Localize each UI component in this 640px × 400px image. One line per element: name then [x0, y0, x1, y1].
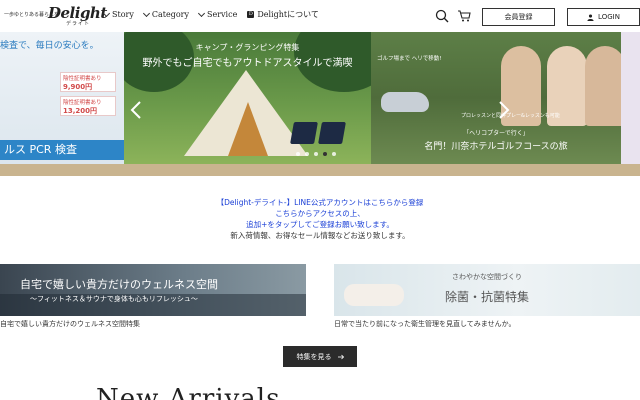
- slider-dot[interactable]: [296, 152, 300, 156]
- slider-dot[interactable]: [305, 152, 309, 156]
- search-icon[interactable]: [435, 9, 449, 23]
- helicopter-image: [381, 92, 429, 112]
- arrow-right-icon: [337, 354, 344, 359]
- login-button[interactable]: LOGIN: [567, 8, 640, 26]
- line-register-link[interactable]: 【Delight-デライト-】LINE公式アカウントはこちらから登録: [0, 197, 640, 208]
- chair-image: [318, 122, 346, 144]
- nav-label: Category: [151, 10, 189, 19]
- cart-icon[interactable]: [457, 9, 471, 23]
- site-header: 一歩ゆとりある暮らしを Delight デライト Story Category …: [0, 0, 640, 32]
- login-label: LOGIN: [598, 13, 620, 21]
- chevron-down-icon: [142, 9, 150, 17]
- site-logo[interactable]: 一歩ゆとりある暮らしを Delight デライト: [4, 4, 107, 28]
- banner-subtitle: ～フィットネス＆サウナで身体も心もリフレッシュ～: [30, 295, 198, 303]
- chair-image: [290, 122, 318, 144]
- line-access-link[interactable]: こちらからアクセスの上、: [0, 208, 640, 219]
- price-badge: 陰性証明書あり 9,900円: [60, 72, 116, 92]
- notice-text: 新入荷情報、お得なセール情報などお送り致します。: [230, 231, 410, 240]
- nav-item-service[interactable]: Service: [197, 9, 238, 20]
- banner-title: 除菌・抗菌特集: [444, 290, 529, 304]
- slider-dot[interactable]: [332, 152, 336, 156]
- slide-caption-small: キャンプ・グランピング特集: [195, 43, 300, 52]
- nav-label: Delightについて: [257, 10, 319, 19]
- register-label: 会員登録: [504, 13, 533, 21]
- nav-item-category[interactable]: Category: [142, 9, 189, 20]
- chevron-down-icon: [102, 9, 111, 17]
- slider-dots: [296, 152, 336, 156]
- slider-dot-active[interactable]: [323, 152, 327, 156]
- logo-sub: デライト: [66, 21, 91, 27]
- price-badge: 陰性証明書あり 13,200円: [60, 96, 116, 116]
- slide-golf[interactable]: ゴルフ場まで ヘリで移動! プロレッスンと同伴プレー&レッスンも可能 「ヘリコプ…: [371, 32, 621, 164]
- banner-caption[interactable]: 日常で当たり前になった衛生管理を見直してみませんか。: [334, 319, 515, 329]
- slide-pcr[interactable]: 検査で、毎日の安心を。 陰性証明書あり 9,900円 陰性証明書あり 13,20…: [0, 32, 124, 164]
- section-title: New Arrivals: [96, 384, 281, 400]
- line-add-link[interactable]: 追加+をタップしてご登録お願い致します。: [0, 219, 640, 230]
- banner-caption[interactable]: 自宅で嬉しい貴方だけのウェルネス空間特集: [0, 319, 140, 329]
- banner-sanitize[interactable]: さわやかな空間づくり 除菌・抗菌特集: [334, 264, 640, 316]
- banner-title-small: さわやかな空間づくり: [452, 273, 522, 281]
- register-button[interactable]: 会員登録: [482, 8, 555, 26]
- chevron-right-icon[interactable]: [496, 100, 512, 120]
- main-nav: Story Category Service D Delightについて: [102, 9, 319, 20]
- hero-slider: 検査で、毎日の安心を。 陰性証明書あり 9,900円 陰性証明書あり 13,20…: [0, 32, 640, 164]
- slide-title-bar: ルス PCR 検査: [0, 140, 124, 160]
- chevron-left-icon[interactable]: [128, 100, 144, 120]
- slide-caption-large: 名門！川奈ホテルゴルフコースの旅: [424, 142, 568, 152]
- nav-item-about[interactable]: D Delightについて: [247, 9, 319, 20]
- user-icon: [587, 13, 594, 21]
- banner-wellness[interactable]: 自宅で嬉しい貴方だけのウェルネス空間 ～フィットネス＆サウナで身体も心もリフレッ…: [0, 264, 306, 316]
- nav-item-story[interactable]: Story: [102, 9, 134, 20]
- person-image: [585, 46, 621, 126]
- slide-text: ゴルフ場まで ヘリで移動!: [377, 56, 442, 62]
- slider-dot[interactable]: [314, 152, 318, 156]
- slide-caption-large: 野外でもご自宅でもアウトドアスタイルで満喫: [142, 58, 353, 69]
- slide-next-peek[interactable]: [621, 32, 640, 164]
- delight-logo-icon: D: [247, 11, 255, 18]
- chevron-down-icon: [197, 9, 206, 17]
- nav-label: Service: [206, 10, 238, 19]
- slide-text: 検査で、毎日の安心を。: [0, 41, 99, 51]
- button-label: 特集を見る: [296, 352, 332, 361]
- nav-label: Story: [112, 10, 134, 19]
- view-features-button[interactable]: 特集を見る: [283, 346, 357, 367]
- slide-caption-small: 「ヘリコプターで行く」: [463, 130, 529, 137]
- slide-camping[interactable]: キャンプ・グランピング特集 野外でもご自宅でもアウトドアスタイルで満喫: [124, 32, 371, 164]
- line-notice: 【Delight-デライト-】LINE公式アカウントはこちらから登録 こちらから…: [0, 197, 640, 241]
- banner-title: 自宅で嬉しい貴方だけのウェルネス空間: [20, 278, 218, 291]
- decorative-band: [0, 164, 640, 176]
